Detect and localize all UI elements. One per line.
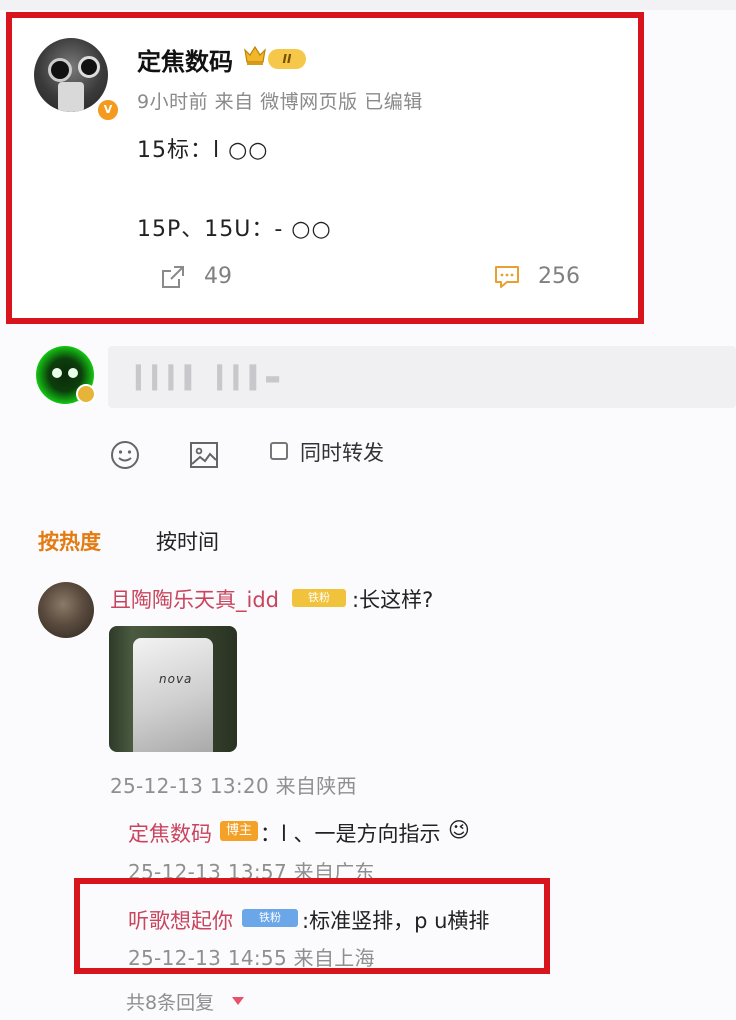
- comment-time: 25-12-13 13:20 来自陕西: [110, 774, 357, 798]
- fan-badge: 铁粉: [292, 589, 346, 607]
- reply-2-time: 25-12-13 14:55 来自上海: [128, 946, 375, 970]
- repost-label[interactable]: 同时转发: [300, 437, 384, 467]
- reply-1-badge: 博主: [220, 821, 258, 841]
- comment-count[interactable]: 256: [538, 264, 580, 289]
- share-count[interactable]: 49: [204, 264, 232, 289]
- reply-1-user[interactable]: 定焦数码: [128, 818, 212, 848]
- comment-icon[interactable]: [493, 264, 521, 290]
- more-replies-link[interactable]: 共8条回复: [126, 988, 214, 1015]
- repost-checkbox[interactable]: [270, 442, 288, 460]
- comment-image-label: nova: [159, 672, 193, 686]
- top-strip: [0, 0, 736, 10]
- commenter-name[interactable]: 且陶陶乐天真_idd: [110, 584, 279, 614]
- chevron-down-icon[interactable]: [232, 997, 244, 1005]
- share-icon[interactable]: [160, 264, 186, 290]
- current-user-verified-icon: [76, 384, 96, 404]
- post-meta: 9小时前 来自 微博网页版 已编辑: [137, 91, 423, 113]
- image-icon[interactable]: [189, 440, 219, 470]
- tab-sort-time[interactable]: 按时间: [156, 526, 219, 556]
- tab-sort-hot[interactable]: 按热度: [38, 526, 101, 556]
- reply-2-user[interactable]: 听歌想起你: [128, 905, 233, 935]
- commenter-avatar[interactable]: [38, 582, 94, 638]
- author-name[interactable]: 定焦数码: [137, 42, 233, 77]
- comment-text: :长这样?: [352, 588, 434, 612]
- post-text-line-1: 15标：l ○○: [137, 138, 269, 163]
- reply-1-text: ：l 、一是方向指示: [260, 822, 441, 846]
- comment-image[interactable]: nova: [109, 626, 237, 752]
- level-badge: II: [268, 49, 306, 69]
- post-text-line-2: 15P、15U：- ○○: [137, 217, 332, 242]
- crown-icon: [244, 45, 266, 65]
- smiley-icon[interactable]: [110, 440, 140, 470]
- reply-2-text: :标准竖排，p u横排: [302, 909, 490, 933]
- verified-badge-icon: V: [96, 98, 120, 122]
- wink-emoji-icon: 😉: [448, 818, 470, 842]
- reply-2-badge: 铁粉: [242, 909, 298, 927]
- comment-input-placeholder: ▍▍▍▌ ▍▍▌▬: [136, 366, 283, 391]
- author-avatar[interactable]: [34, 38, 108, 112]
